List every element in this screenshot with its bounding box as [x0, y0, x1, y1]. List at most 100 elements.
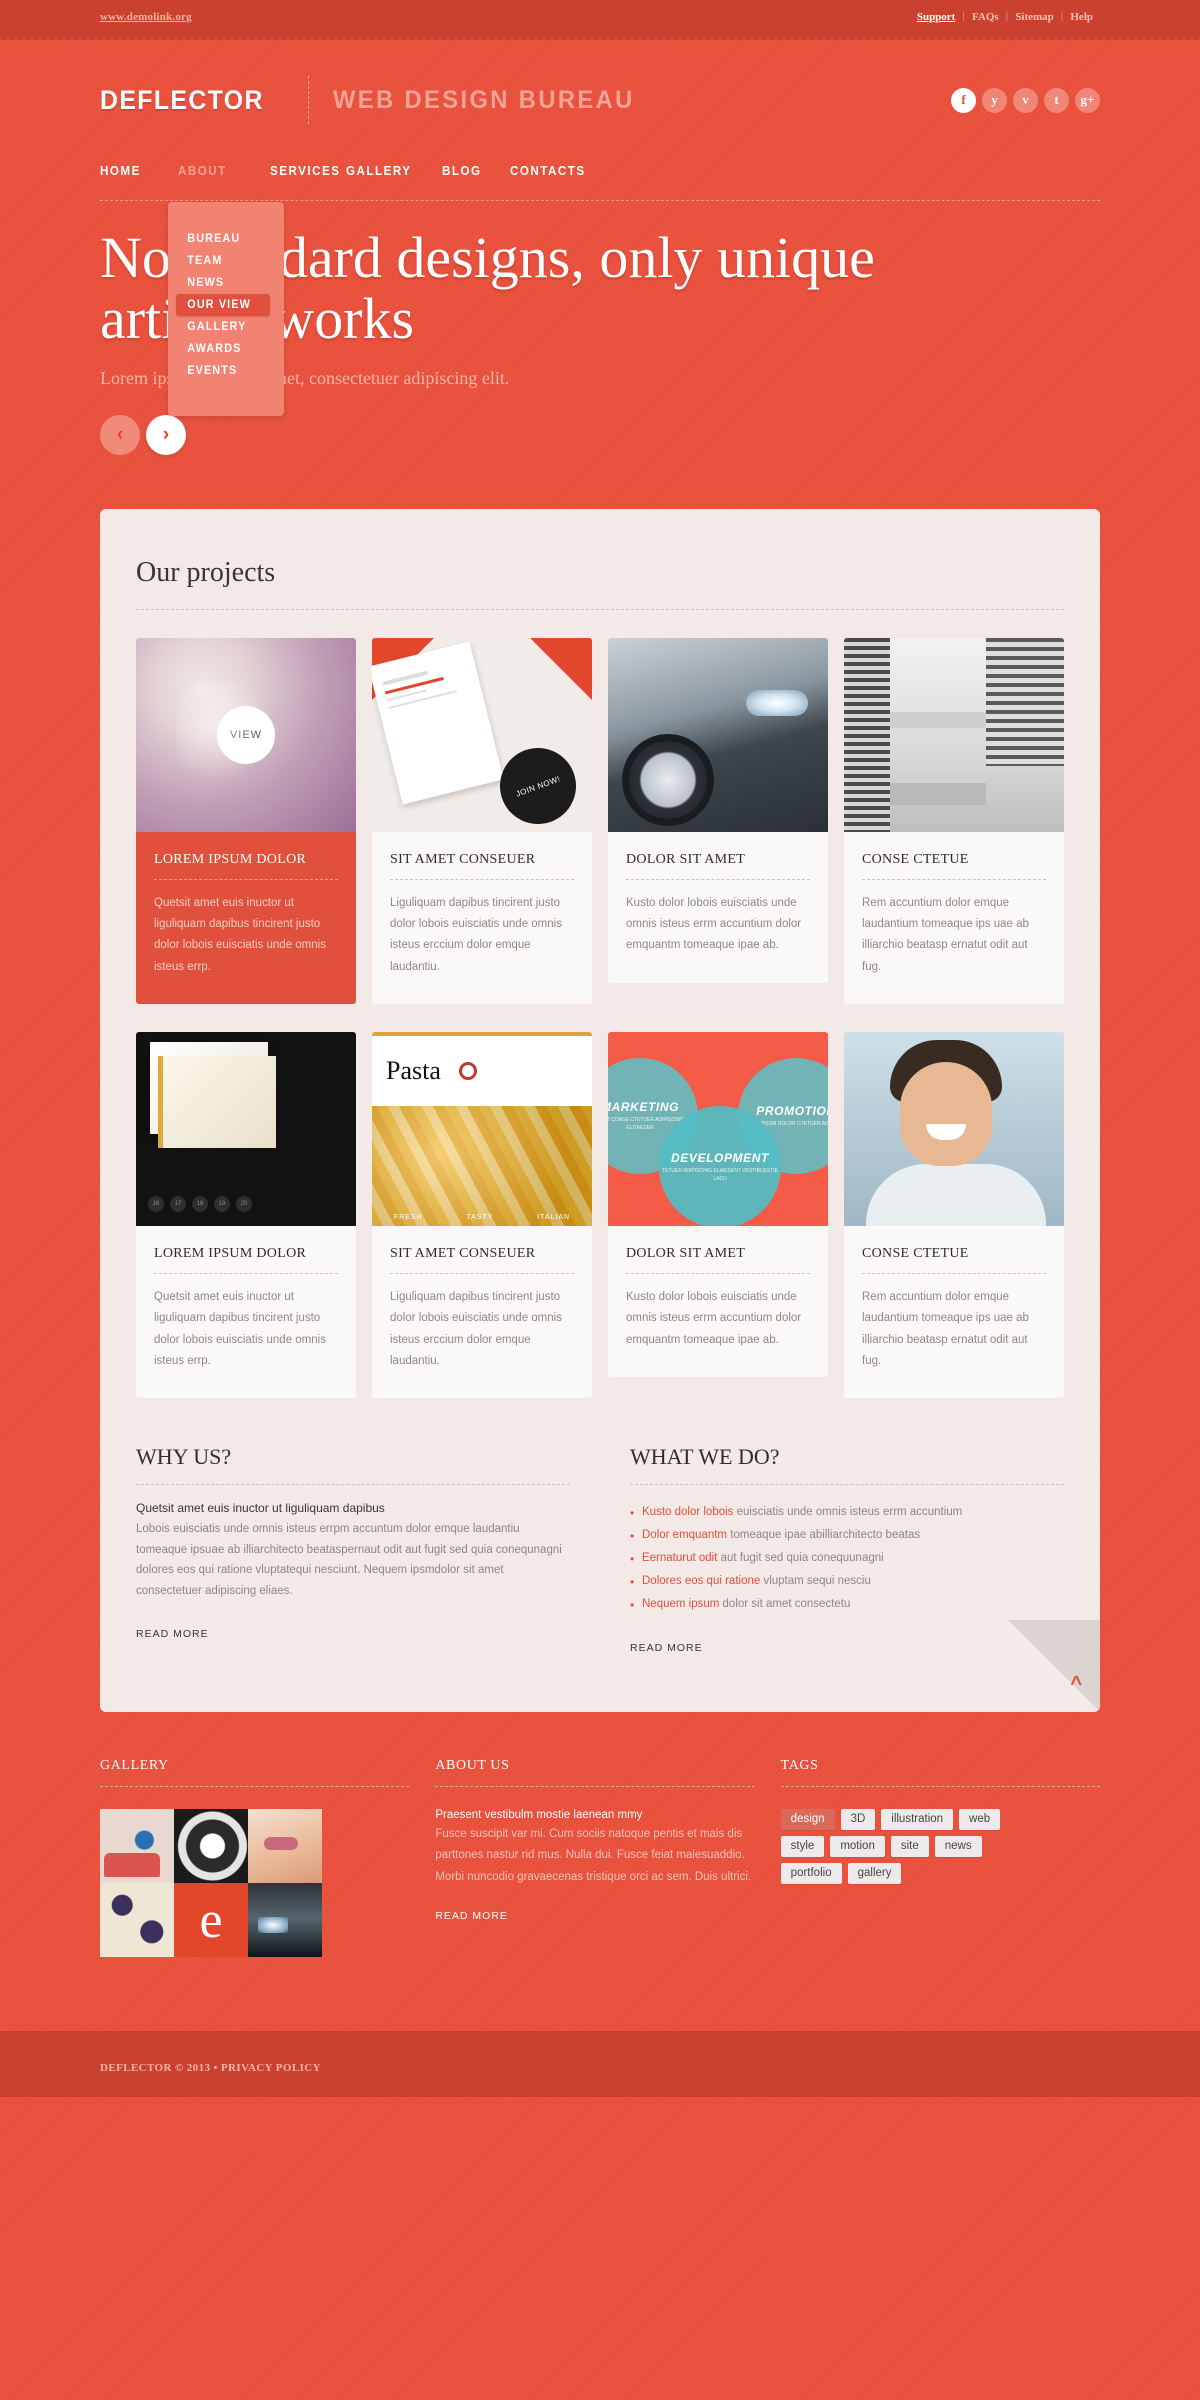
- tag-3d[interactable]: 3D: [840, 1809, 876, 1831]
- fabric-photo[interactable]: [100, 1883, 174, 1958]
- car-headlight-photo[interactable]: [608, 637, 828, 832]
- nav-item-home[interactable]: HOME: [100, 158, 178, 198]
- book-page-photo[interactable]: 16 17 18 19 20: [136, 1032, 356, 1226]
- tag-gallery[interactable]: gallery: [847, 1863, 902, 1885]
- project-card[interactable]: 16 17 18 19 20 LOREM IPSUM DOLOR Quetsit…: [136, 1032, 356, 1399]
- list-item[interactable]: Dolor emquantm tomeaque ipae abilliarchi…: [630, 1524, 1064, 1548]
- nav-item-blog[interactable]: BLOG: [442, 158, 510, 198]
- footer-divider: [100, 1786, 410, 1788]
- smiling-man-photo[interactable]: [844, 1032, 1064, 1226]
- tag-portfolio[interactable]: portfolio: [780, 1863, 842, 1885]
- dropdown-item-awards[interactable]: AWARDS: [176, 338, 270, 360]
- nav-link-home[interactable]: HOME: [100, 158, 173, 198]
- demo-link[interactable]: www.demolink.org: [100, 11, 192, 23]
- top-link-sitemap[interactable]: Sitemap: [1008, 11, 1061, 23]
- tumblr-icon[interactable]: t: [1044, 87, 1069, 113]
- dropdown-item-gallery[interactable]: GALLERY: [176, 316, 270, 338]
- car-light-photo[interactable]: [248, 1883, 322, 1958]
- tag-site[interactable]: site: [890, 1836, 929, 1858]
- wheel-photo[interactable]: [174, 1809, 248, 1884]
- list-item-highlight: Nequem ipsum: [642, 1598, 720, 1611]
- card-divider: [862, 878, 1046, 880]
- dropdown-item-team[interactable]: TEAM: [176, 250, 270, 272]
- top-link-support[interactable]: Support: [910, 11, 963, 23]
- project-card[interactable]: VIEW LOREM IPSUM DOLOR Quetsit amet euis…: [136, 637, 356, 1004]
- dropdown-item-bureau[interactable]: BUREAU: [176, 228, 270, 250]
- about-dropdown-menu: BUREAU TEAM NEWS OUR VIEW GALLERY AWARDS…: [168, 202, 284, 416]
- project-card[interactable]: JOIN NOW! SIT AMET CONSEUER Liguliquam d…: [372, 637, 592, 1004]
- nav-item-gallery[interactable]: GALLERY: [346, 158, 442, 198]
- pager-dot[interactable]: 20: [236, 1196, 252, 1212]
- dropdown-item-news[interactable]: NEWS: [176, 272, 270, 294]
- nav-link-contacts[interactable]: CONTACTS: [510, 158, 586, 198]
- pager-dot[interactable]: 19: [214, 1196, 230, 1212]
- project-card[interactable]: CONSE CTETUE Rem accuntium dolor emque l…: [844, 637, 1064, 1004]
- vimeo-icon[interactable]: v: [1013, 87, 1038, 113]
- list-item[interactable]: Eernaturut odit aut fugit sed quia coneq…: [630, 1547, 1064, 1571]
- project-card[interactable]: MARKETING AMET CONSE CTETUER ADIPISCING …: [608, 1032, 828, 1398]
- page-graphic: [158, 1056, 276, 1148]
- list-item-rest: vluptam sequi nesciu: [760, 1575, 871, 1588]
- project-text: Kusto dolor lobois euisciatis unde omnis…: [626, 1291, 802, 1346]
- footer-about-read-more-link[interactable]: READ MORE: [435, 1910, 508, 1922]
- dropdown-item-events[interactable]: EVENTS: [176, 360, 270, 382]
- tag-style[interactable]: style: [780, 1836, 825, 1858]
- copyright-text[interactable]: DEFLECTOR © 2013 • PRIVACY POLICY: [100, 2062, 321, 2074]
- thumbnail-pager[interactable]: 16 17 18 19 20: [148, 1196, 252, 1212]
- slider-controls: ‹ ›: [100, 414, 1100, 455]
- shoulders-graphic: [866, 1164, 1046, 1226]
- nav-link-gallery[interactable]: GALLERY: [346, 158, 435, 198]
- list-item-rest: aut fugit sed quia conequunagni: [717, 1552, 884, 1565]
- tag-illustration[interactable]: illustration: [881, 1809, 954, 1831]
- google-plus-icon[interactable]: g+: [1075, 87, 1100, 113]
- letter-e-photo[interactable]: e: [174, 1883, 248, 1958]
- eye-photo[interactable]: [100, 1809, 174, 1884]
- nav-item-contacts[interactable]: CONTACTS: [510, 158, 591, 198]
- list-item[interactable]: Kusto dolor lobois euisciatis unde omnis…: [630, 1501, 1064, 1525]
- venn-diagram-photo[interactable]: MARKETING AMET CONSE CTETUER ADIPISCING …: [608, 1032, 828, 1226]
- lips-photo[interactable]: [248, 1809, 322, 1884]
- woman-profile-photo[interactable]: VIEW: [136, 637, 356, 832]
- column-divider: [136, 1484, 570, 1486]
- dropdown-item-our-view[interactable]: OUR VIEW: [176, 294, 270, 316]
- facebook-icon[interactable]: f: [951, 87, 976, 113]
- section-divider: [136, 608, 1064, 610]
- list-item-highlight: Dolores eos qui ratione: [642, 1575, 761, 1588]
- top-link-faqs[interactable]: FAQs: [965, 11, 1006, 23]
- pager-dot[interactable]: 16: [148, 1196, 164, 1212]
- tag-web[interactable]: web: [959, 1809, 1001, 1831]
- top-link-help[interactable]: Help: [1063, 11, 1100, 23]
- scroll-to-top[interactable]: ^: [1008, 1620, 1100, 1713]
- project-text: Liguliquam dapibus tincirent justo dolor…: [390, 896, 562, 973]
- tag-motion[interactable]: motion: [830, 1836, 885, 1858]
- nav-link-services[interactable]: SERVICES: [270, 158, 341, 198]
- brand-name: DEFLECTOR: [100, 84, 264, 115]
- project-card[interactable]: DOLOR SIT AMET Kusto dolor lobois euisci…: [608, 637, 828, 1004]
- architecture-photo[interactable]: [844, 637, 1064, 832]
- pager-dot[interactable]: 18: [192, 1196, 208, 1212]
- nav-item-about[interactable]: ABOUT BUREAU TEAM NEWS OUR VIEW GALLERY …: [168, 158, 284, 416]
- view-button[interactable]: VIEW: [217, 705, 275, 764]
- nav-link-about[interactable]: ABOUT: [178, 158, 264, 198]
- nav-item-services[interactable]: SERVICES: [270, 158, 346, 198]
- list-item[interactable]: Nequem ipsum dolor sit amet consectetu: [630, 1593, 1064, 1617]
- tag-news[interactable]: news: [934, 1836, 982, 1858]
- project-card[interactable]: CONSE CTETUE Rem accuntium dolor emque l…: [844, 1032, 1064, 1399]
- slider-prev-icon[interactable]: ‹: [100, 414, 140, 455]
- tag-design[interactable]: design: [780, 1809, 835, 1831]
- why-us-read-more-link[interactable]: READ MORE: [136, 1628, 209, 1640]
- site-header: DEFLECTOR WEB DESIGN BUREAU f y v t g+: [0, 40, 1200, 124]
- what-we-do-read-more-link[interactable]: READ MORE: [630, 1642, 703, 1654]
- what-we-do-title: WHAT WE DO?: [630, 1444, 780, 1470]
- list-item[interactable]: Dolores eos qui ratione vluptam sequi ne…: [630, 1570, 1064, 1594]
- brand[interactable]: DEFLECTOR WEB DESIGN BUREAU: [100, 76, 651, 124]
- project-card[interactable]: Pasta FRESH TASTY ITALIAN SIT AMET CONSE…: [372, 1032, 592, 1399]
- footer-divider: [780, 1786, 1100, 1788]
- project-text: Rem accuntium dolor emque laudantium tom…: [862, 1291, 1029, 1367]
- twitter-icon[interactable]: y: [982, 87, 1007, 113]
- nav-link-blog[interactable]: BLOG: [442, 158, 505, 198]
- pasta-package-photo[interactable]: Pasta FRESH TASTY ITALIAN: [372, 1032, 592, 1226]
- leaflet-design-photo[interactable]: JOIN NOW!: [372, 637, 592, 832]
- slider-next-icon[interactable]: ›: [146, 414, 186, 455]
- pager-dot[interactable]: 17: [170, 1196, 186, 1212]
